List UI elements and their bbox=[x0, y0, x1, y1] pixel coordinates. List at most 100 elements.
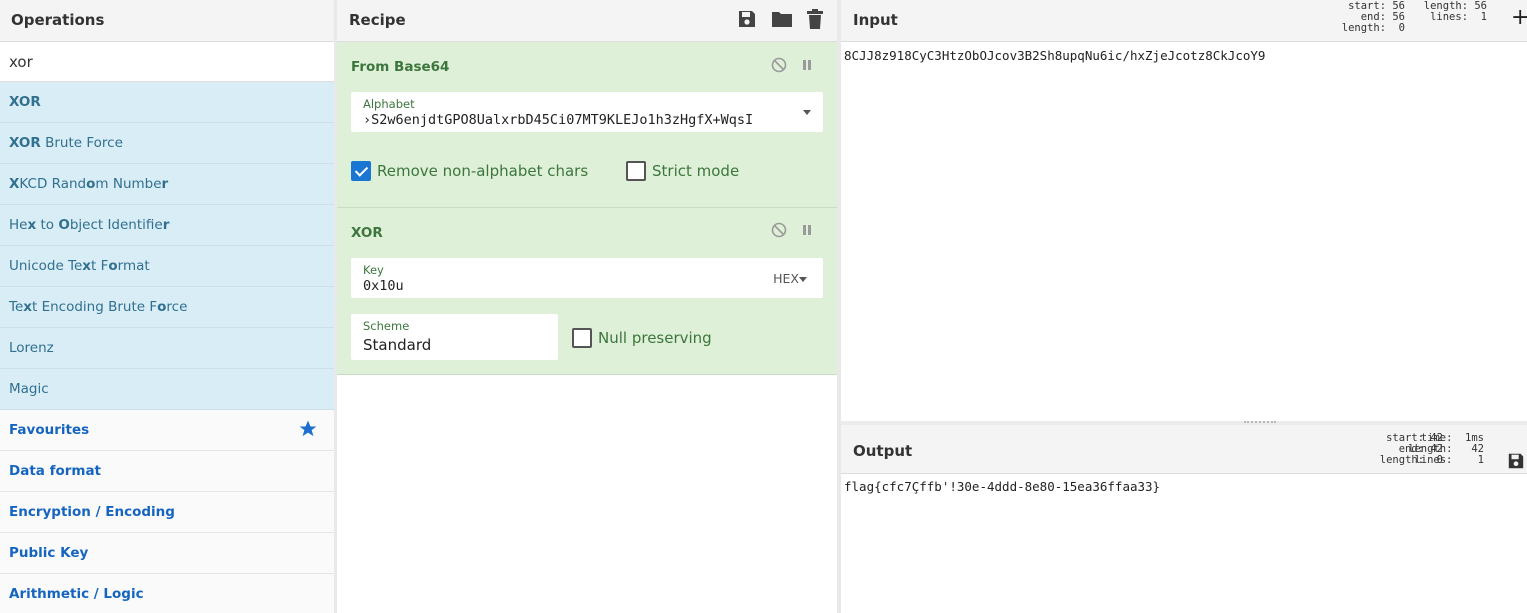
clear-recipe-trash-icon[interactable] bbox=[805, 9, 825, 29]
operation-category[interactable]: Encryption / Encoding bbox=[0, 492, 334, 533]
recipe-op-from-base64: From Base64 Alphabet ›S2w6enjdtGPO8Ualxr… bbox=[337, 42, 837, 208]
operation-result-text: o bbox=[157, 299, 167, 315]
operation-result-text: XOR bbox=[9, 94, 41, 110]
operation-result-item[interactable]: Hex to Object Identifier bbox=[0, 205, 334, 246]
key-format-caret-icon[interactable] bbox=[799, 277, 807, 282]
alphabet-value[interactable]: ›S2w6enjdtGPO8UalxrbD45Ci07MT9KLEJo1h3zH… bbox=[363, 112, 788, 128]
key-label: Key bbox=[363, 263, 384, 277]
remove-non-alphabet-check-icon[interactable] bbox=[351, 161, 371, 181]
breakpoint-pause-icon[interactable] bbox=[799, 222, 815, 238]
operation-result-text: Magic bbox=[9, 381, 49, 397]
remove-non-alphabet-label: Remove non-alphabet chars bbox=[377, 162, 589, 180]
operation-result-text: x bbox=[27, 217, 37, 233]
operation-result-item[interactable]: Lorenz bbox=[0, 328, 334, 369]
operation-category-label: Public Key bbox=[9, 545, 89, 561]
disable-op-icon[interactable] bbox=[771, 57, 787, 73]
operation-result-item[interactable]: Text Encoding Brute Force bbox=[0, 287, 334, 328]
operation-result-item[interactable]: Unicode Text Format bbox=[0, 246, 334, 287]
operation-result-text: o bbox=[108, 258, 118, 274]
alphabet-label: Alphabet bbox=[363, 97, 415, 111]
breakpoint-pause-icon[interactable] bbox=[799, 57, 815, 73]
add-input-tab-plus-icon[interactable]: + bbox=[1511, 7, 1527, 29]
output-text-area[interactable]: flag{cfc7Çffb'!30e-4ddd-8e80-15ea36ffaa3… bbox=[844, 479, 1160, 494]
operation-category-label: Encryption / Encoding bbox=[9, 504, 175, 520]
key-field[interactable]: Key 0x10u HEX bbox=[351, 258, 823, 298]
op-title-xor: XOR bbox=[351, 225, 383, 241]
null-preserving-box-icon[interactable] bbox=[572, 328, 592, 348]
operations-results-list: XOR XOR Brute Force XKCD Random Number Hex … bbox=[0, 82, 334, 410]
output-size-stats: time: 1ms length: 42 lines: 1 bbox=[1408, 433, 1484, 466]
operation-result-text: r bbox=[161, 176, 169, 192]
strict-mode-box-icon[interactable] bbox=[626, 161, 646, 181]
op-title-from-base64: From Base64 bbox=[351, 59, 450, 75]
strict-mode-label: Strict mode bbox=[652, 162, 740, 180]
output-title: Output bbox=[853, 442, 913, 460]
operation-result-text: to bbox=[36, 217, 59, 233]
operation-result-text: x bbox=[82, 258, 92, 274]
input-stat-sel-length: length: 0 bbox=[1341, 22, 1405, 34]
operation-result-text: rmat bbox=[117, 258, 150, 274]
output-header: Output start: 42 end: 42 length: 0 time:… bbox=[841, 425, 1527, 474]
input-title: Input bbox=[853, 11, 898, 29]
recipe-op-xor: XOR Key 0x10u HEX Scheme Standard Null p… bbox=[337, 208, 837, 375]
strict-mode-checkbox[interactable]: Strict mode bbox=[626, 161, 739, 181]
operation-result-text: Te bbox=[9, 299, 24, 315]
operations-title: Operations bbox=[0, 0, 334, 42]
operation-result-text: x bbox=[23, 299, 32, 315]
input-selection-stats: start: 56 end: 56 length: 0 bbox=[1342, 1, 1405, 34]
operations-categories-list: Favourites Data format Encryption / Encodi… bbox=[0, 410, 334, 613]
disable-op-icon[interactable] bbox=[771, 222, 787, 238]
operation-category[interactable]: Data format bbox=[0, 451, 334, 492]
operation-category[interactable]: Public Key bbox=[0, 533, 334, 574]
save-output-icon[interactable] bbox=[1507, 439, 1525, 469]
scheme-value[interactable]: Standard bbox=[363, 336, 431, 354]
operation-category-label: Favourites bbox=[9, 422, 90, 438]
scheme-label: Scheme bbox=[363, 319, 410, 333]
save-recipe-icon[interactable] bbox=[737, 9, 757, 29]
null-preserving-checkbox[interactable]: Null preserving bbox=[572, 328, 712, 348]
key-value[interactable]: 0x10u bbox=[363, 278, 663, 294]
operation-category[interactable]: Arithmetic / Logic bbox=[0, 574, 334, 613]
operation-category-label: Arithmetic / Logic bbox=[9, 586, 144, 602]
input-header: Input start: 56 end: 56 length: 0 length… bbox=[841, 0, 1527, 42]
operation-result-text: r bbox=[162, 217, 170, 233]
scheme-select[interactable]: Scheme Standard bbox=[351, 314, 558, 360]
input-stat-lines: lines: 1 bbox=[1430, 11, 1487, 23]
operation-result-item[interactable]: Magic bbox=[0, 369, 334, 410]
operation-category-label: Data format bbox=[9, 463, 102, 479]
operation-result-text: O bbox=[58, 217, 70, 233]
operation-category[interactable]: Favourites bbox=[0, 410, 334, 451]
divider-grip[interactable] bbox=[1244, 421, 1276, 423]
alphabet-field[interactable]: Alphabet ›S2w6enjdtGPO8UalxrbD45Ci07MT9K… bbox=[351, 92, 823, 132]
operations-search-input[interactable] bbox=[9, 52, 309, 71]
operation-result-text: Brute Force bbox=[40, 135, 123, 151]
alphabet-dropdown-caret-icon[interactable] bbox=[803, 110, 811, 115]
operation-result-item[interactable]: XKCD Random Number bbox=[0, 164, 334, 205]
operation-result-text: rce bbox=[166, 299, 188, 315]
operation-result-text: X bbox=[9, 176, 20, 192]
recipe-header: Recipe bbox=[337, 0, 837, 42]
key-format-select[interactable]: HEX bbox=[773, 271, 799, 286]
operations-search[interactable] bbox=[0, 42, 334, 82]
recipe-title: Recipe bbox=[349, 11, 406, 29]
load-recipe-folder-icon[interactable] bbox=[771, 9, 792, 29]
recipe-panel: Recipe From Base64 Alphabet ›S2w6enjdtGP… bbox=[337, 0, 837, 613]
operation-result-text: m Numbe bbox=[95, 176, 162, 192]
operation-result-text: He bbox=[9, 217, 28, 233]
operations-panel: Operations XORXOR Brute ForceXKCD Random… bbox=[0, 0, 334, 613]
operation-result-text: bject Identifie bbox=[69, 217, 163, 233]
operation-result-item[interactable]: XOR Brute Force bbox=[0, 123, 334, 164]
operation-result-item[interactable]: XOR bbox=[0, 82, 334, 123]
remove-non-alphabet-checkbox[interactable]: Remove non-alphabet chars bbox=[351, 161, 588, 181]
input-panel: Input start: 56 end: 56 length: 0 length… bbox=[841, 0, 1527, 421]
operation-result-text: t Encoding Brute F bbox=[31, 299, 158, 315]
operation-result-text: t F bbox=[91, 258, 109, 274]
output-panel: Output start: 42 end: 42 length: 0 time:… bbox=[841, 425, 1527, 613]
input-text-area[interactable]: 8CJJ8z918CyC3HtzObOJcov3B2Sh8upqNu6ic/hx… bbox=[844, 48, 1265, 63]
operation-result-text: Lorenz bbox=[9, 340, 54, 356]
operation-result-text: Unicode Te bbox=[9, 258, 83, 274]
operation-result-text: XOR bbox=[9, 135, 41, 151]
operation-result-text: KCD Rand bbox=[19, 176, 87, 192]
favourite-star-icon[interactable] bbox=[298, 419, 318, 439]
cyberchef-app: Operations XORXOR Brute ForceXKCD Random… bbox=[0, 0, 1527, 613]
